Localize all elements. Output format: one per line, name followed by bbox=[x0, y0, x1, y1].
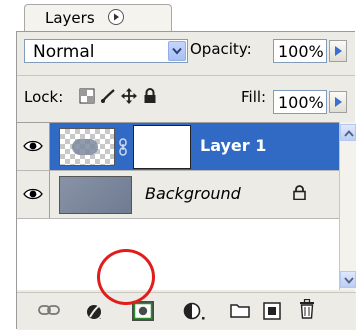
scroll-down-icon[interactable] bbox=[340, 271, 356, 288]
add-mask-icon[interactable] bbox=[131, 300, 155, 326]
lock-image-pixels-icon[interactable] bbox=[100, 88, 116, 108]
layer-style-icon[interactable]: . bbox=[85, 302, 105, 324]
opacity-value: 100% bbox=[278, 42, 324, 61]
opacity-label: Opacity: bbox=[190, 40, 252, 58]
layers-bottom-toolbar: . bbox=[17, 292, 356, 330]
layers-tab[interactable]: Layers bbox=[24, 4, 172, 32]
svg-text:.: . bbox=[99, 313, 101, 320]
layer-row-background[interactable]: Background bbox=[17, 171, 339, 219]
new-group-icon[interactable] bbox=[230, 302, 250, 322]
lock-label: Lock: bbox=[24, 88, 64, 106]
scroll-up-icon[interactable] bbox=[340, 124, 356, 141]
layer-row-layer-1[interactable]: Layer 1 bbox=[17, 123, 339, 171]
highlight-circle-annotation bbox=[97, 249, 155, 305]
lock-all-icon[interactable] bbox=[143, 88, 157, 108]
layers-list: Layer 1 Background bbox=[17, 122, 339, 290]
blend-mode-select[interactable]: Normal bbox=[24, 39, 188, 63]
options-divider bbox=[17, 75, 355, 76]
tab-title: Layers bbox=[45, 9, 95, 27]
fill-value: 100% bbox=[278, 93, 324, 112]
visibility-eye-icon[interactable] bbox=[17, 171, 50, 218]
lock-transparent-pixels-icon[interactable] bbox=[79, 88, 95, 108]
adjustment-layer-icon[interactable] bbox=[183, 302, 207, 326]
layers-panel: Normal Opacity: 100% Lock: Fill: 100% La… bbox=[16, 31, 356, 330]
lock-icon bbox=[293, 185, 306, 204]
background-thumbnail bbox=[59, 176, 132, 214]
mask-link-chain-icon[interactable] bbox=[118, 138, 128, 160]
opacity-slider-arrow-icon[interactable] bbox=[329, 40, 347, 62]
layer-thumbnail bbox=[59, 128, 115, 166]
panel-menu-icon[interactable] bbox=[108, 9, 124, 25]
fill-input[interactable]: 100% bbox=[273, 90, 327, 114]
lock-position-icon[interactable] bbox=[121, 88, 137, 108]
new-layer-icon[interactable] bbox=[263, 302, 281, 324]
layers-scrollbar[interactable] bbox=[339, 122, 356, 290]
blend-mode-value: Normal bbox=[33, 42, 95, 62]
opacity-input[interactable]: 100% bbox=[273, 39, 327, 63]
layer-name: Background bbox=[145, 184, 241, 203]
fill-label: Fill: bbox=[241, 88, 267, 106]
chevron-down-icon[interactable] bbox=[168, 41, 186, 61]
visibility-eye-icon[interactable] bbox=[17, 123, 50, 170]
trash-icon[interactable] bbox=[299, 298, 315, 323]
fill-slider-arrow-icon[interactable] bbox=[329, 91, 347, 113]
layer-mask-thumbnail[interactable] bbox=[133, 125, 191, 169]
link-icon[interactable] bbox=[38, 302, 60, 321]
layer-name: Layer 1 bbox=[200, 136, 267, 155]
